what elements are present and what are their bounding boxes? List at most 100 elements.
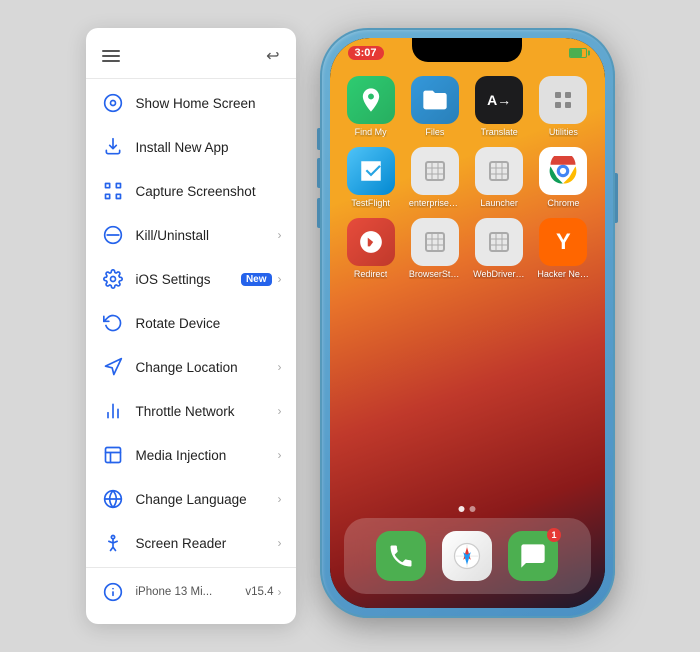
device-info-item[interactable]: iPhone 13 Mi... v15.4 › [86,570,296,614]
ios-settings-arrow: › [278,272,282,286]
app-launcher-label: Launcher [480,198,518,208]
install-icon [100,134,126,160]
menu-item-capture[interactable]: Capture Screenshot [86,169,296,213]
app-testflight-icon [347,147,395,195]
sidebar: ↩ Show Home Screen Install New App [86,28,296,624]
app-webdriver[interactable]: WebDriverAge... [472,218,526,279]
app-hackernews[interactable]: Y Hacker News [536,218,590,279]
language-icon [100,486,126,512]
app-enterprise-label: enterpriseDum... [409,198,461,208]
menu-item-kill[interactable]: Kill/Uninstall › [86,213,296,257]
status-right [569,48,587,58]
page-dots [459,506,476,512]
app-files-icon [411,76,459,124]
app-chrome[interactable]: Chrome [536,147,590,208]
app-files[interactable]: Files [408,76,462,137]
menu-item-reader[interactable]: Screen Reader › [86,521,296,565]
app-browserstack-icon [411,218,459,266]
menu-label-install-app: Install New App [136,140,282,155]
app-utilities-label: Utilities [549,127,578,137]
menu-item-throttle[interactable]: Throttle Network › [86,389,296,433]
power-button[interactable] [615,173,618,223]
app-chrome-label: Chrome [547,198,579,208]
menu-label-kill: Kill/Uninstall [136,228,276,243]
info-icon [100,579,126,605]
network-icon [100,398,126,424]
page-dot-2 [470,506,476,512]
menu-label-ios-settings: iOS Settings [136,272,241,287]
media-arrow: › [278,448,282,462]
app-testflight-label: TestFlight [351,198,390,208]
menu-item-rotate[interactable]: Rotate Device [86,301,296,345]
mute-button[interactable] [317,128,320,150]
app-webdriver-label: WebDriverAge... [473,269,525,279]
menu-item-language[interactable]: Change Language › [86,477,296,521]
app-webdriver-icon [475,218,523,266]
location-arrow: › [278,360,282,374]
volume-up-button[interactable] [317,158,320,188]
app-redirect-icon [347,218,395,266]
menu-label-reader: Screen Reader [136,536,276,551]
divider-bottom [86,567,296,568]
settings-icon [100,266,126,292]
app-files-label: Files [425,127,444,137]
screenshot-icon [100,178,126,204]
app-findmy-icon [347,76,395,124]
status-time: 3:07 [348,46,384,60]
app-browserstack[interactable]: BrowserStack [408,218,462,279]
app-testflight[interactable]: TestFlight [344,147,398,208]
app-translate-icon: A→ [475,76,523,124]
app-translate-label: Translate [481,127,518,137]
app-enterprise-icon [411,147,459,195]
menu-item-install-app[interactable]: Install New App [86,125,296,169]
app-translate[interactable]: A→ Translate [472,76,526,137]
device-arrow: › [278,585,282,599]
dock: 1 [344,518,591,594]
throttle-arrow: › [278,404,282,418]
media-icon [100,442,126,468]
back-icon[interactable]: ↩ [266,46,279,66]
menu-label-rotate: Rotate Device [136,316,282,331]
dock-safari[interactable] [442,531,492,581]
battery-icon [569,48,587,58]
menu-item-show-home[interactable]: Show Home Screen [86,81,296,125]
battery-fill [570,49,583,57]
device-version: v15.4 [245,586,273,598]
location-icon [100,354,126,380]
dock-messages[interactable]: 1 [508,531,558,581]
kill-arrow: › [278,228,282,242]
app-launcher-icon [475,147,523,195]
app-redirect-label: Redirect [354,269,388,279]
app-utilities[interactable]: Utilities [536,76,590,137]
menu-item-ios-settings[interactable]: iOS Settings New › [86,257,296,301]
app-redirect[interactable]: Redirect [344,218,398,279]
reader-arrow: › [278,536,282,550]
app-findmy[interactable]: Find My [344,76,398,137]
language-arrow: › [278,492,282,506]
menu-label-show-home: Show Home Screen [136,96,282,111]
home-icon [100,90,126,116]
dock-phone[interactable] [376,531,426,581]
volume-down-button[interactable] [317,198,320,228]
accessibility-icon [100,530,126,556]
rotate-icon [100,310,126,336]
app-launcher[interactable]: Launcher [472,147,526,208]
menu-item-location[interactable]: Change Location › [86,345,296,389]
messages-badge: 1 [547,528,561,542]
sidebar-header: ↩ [86,38,296,76]
device-name: iPhone 13 Mi... [136,586,246,598]
new-badge: New [241,273,272,286]
app-grid: Find My Files A→ Translate [340,72,595,283]
menu-label-capture: Capture Screenshot [136,184,282,199]
menu-label-language: Change Language [136,492,276,507]
app-hackernews-icon: Y [539,218,587,266]
hamburger-icon[interactable] [102,50,120,62]
app-hackernews-label: Hacker News [537,269,589,279]
menu-item-media[interactable]: Media Injection › [86,433,296,477]
divider-top [86,78,296,79]
page-dot-1 [459,506,465,512]
app-enterprise[interactable]: enterpriseDum... [408,147,462,208]
screen-content: 3:07 F [330,38,605,608]
menu-label-media: Media Injection [136,448,276,463]
app-utilities-icon [539,76,587,124]
